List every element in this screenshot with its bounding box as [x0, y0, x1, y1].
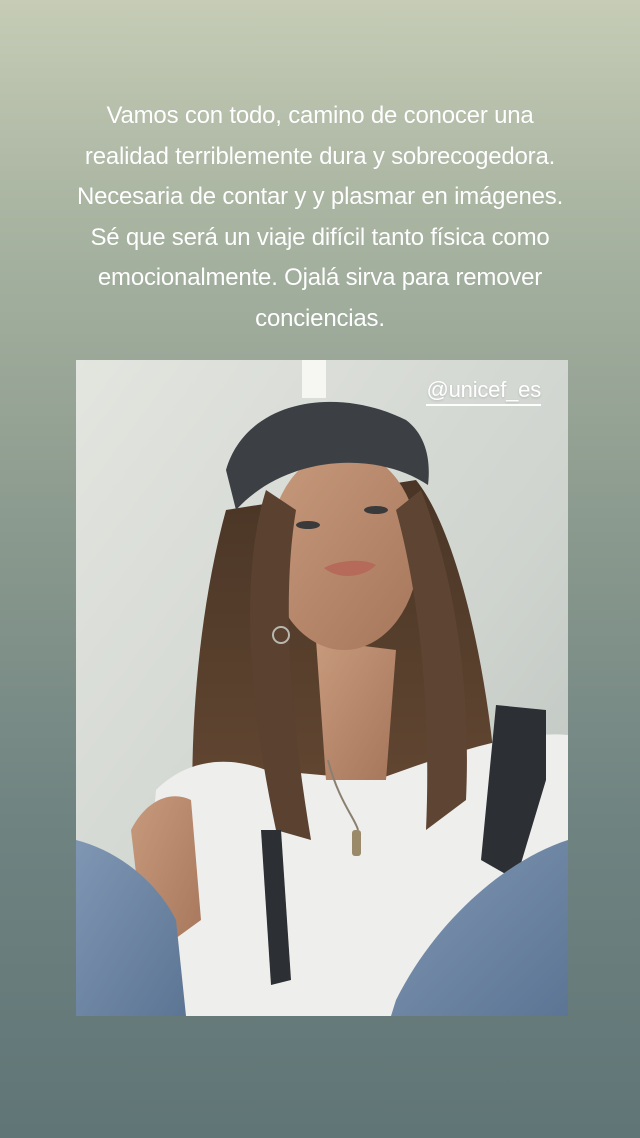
selfie-photo [76, 360, 568, 1016]
story-caption: Vamos con todo, camino de conocer una re… [76, 102, 564, 332]
story-photo: @unicef_es [76, 360, 568, 1016]
mention-sticker[interactable]: @unicef_es [426, 377, 541, 406]
story-view: Vamos con todo, camino de conocer una re… [0, 0, 640, 1138]
